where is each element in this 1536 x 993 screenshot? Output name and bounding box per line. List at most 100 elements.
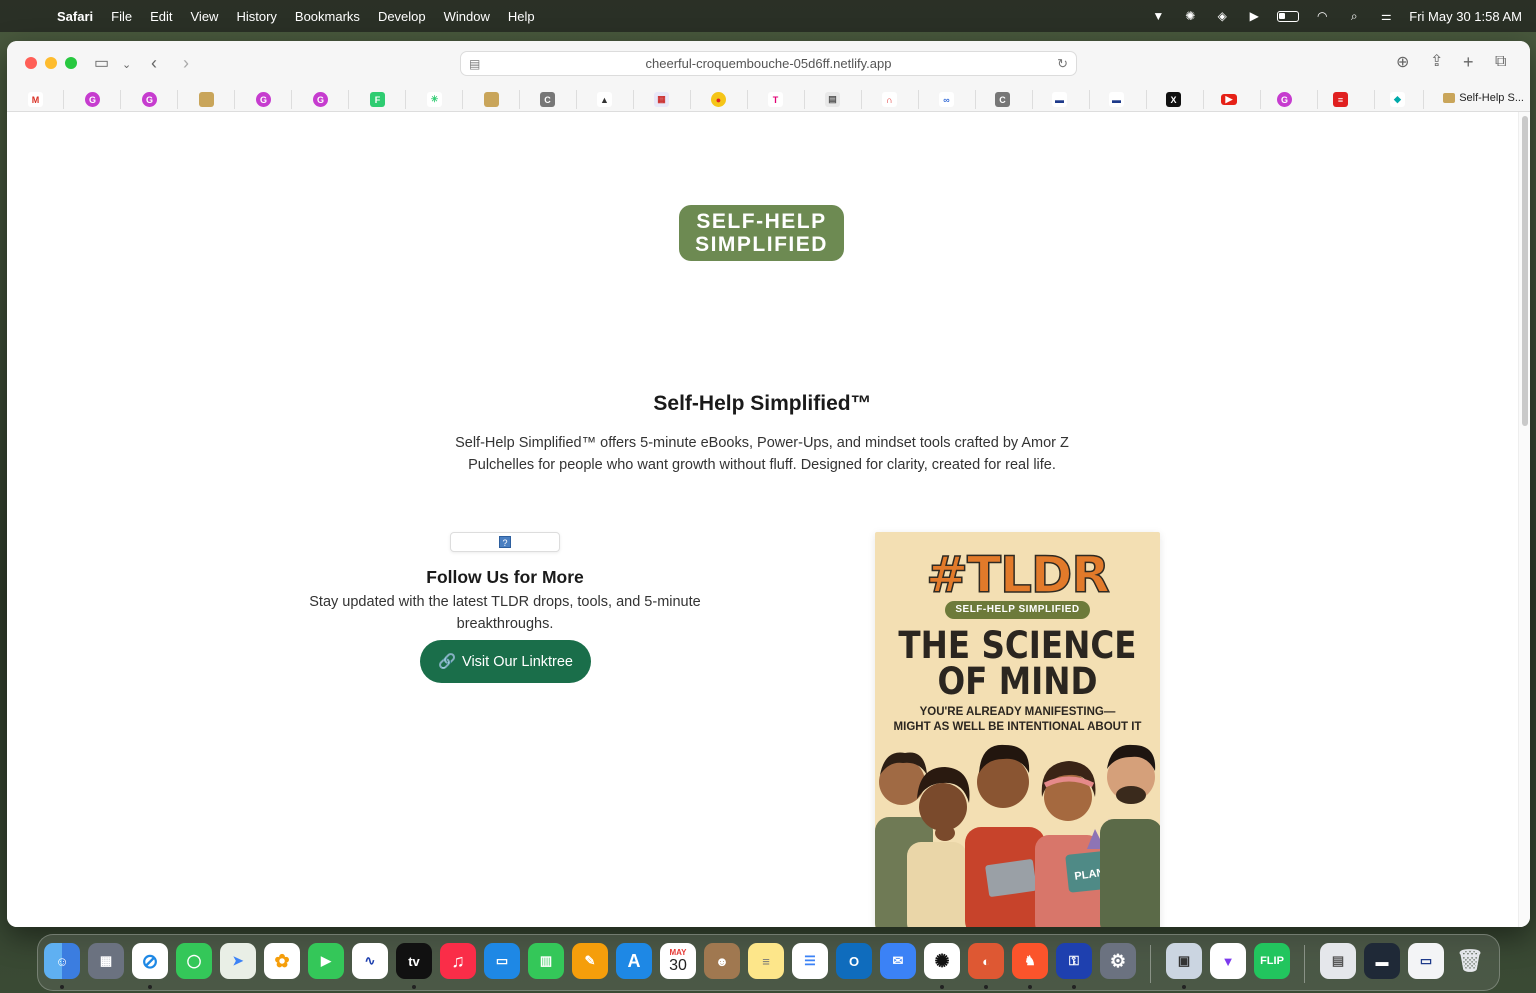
menu-view[interactable]: View [182, 9, 228, 24]
favorite-book-icon[interactable] [199, 92, 214, 107]
favorite-youtube-icon[interactable]: ▶ [1221, 94, 1237, 105]
menu-help[interactable]: Help [499, 9, 544, 24]
sidebar-toggle-icon[interactable]: ▭ [94, 56, 109, 72]
control-center-icon[interactable]: ⚌ [1377, 9, 1395, 23]
favorite-icon[interactable]: ▤ [825, 92, 840, 107]
favorite-asterisk-icon[interactable]: ✳ [427, 92, 442, 107]
safari-icon[interactable]: ⊘ [132, 943, 168, 979]
pages-icon[interactable]: ✎ [572, 943, 608, 979]
battery-icon[interactable] [1277, 10, 1300, 22]
music-icon[interactable]: ♫ [440, 943, 476, 979]
menubar-clock[interactable]: Fri May 30 1:58 AM [1409, 9, 1522, 24]
site-logo[interactable]: SELF-HELP SIMPLIFIED [679, 205, 844, 261]
tab-overview-icon[interactable]: ⧉ [1495, 54, 1506, 70]
favorite-g-icon[interactable]: G [256, 92, 271, 107]
layers-status-icon[interactable]: ◈ [1213, 9, 1231, 23]
chevron-down-icon[interactable]: ⌄ [122, 57, 131, 73]
finder-icon[interactable]: ☺ [44, 943, 80, 979]
menu-app-safari[interactable]: Safari [48, 9, 102, 24]
favorite-g-icon[interactable]: G [1277, 92, 1292, 107]
tab-self-help[interactable]: Self-Help S... [1443, 92, 1524, 104]
favorite-magnet-icon[interactable]: ∩ [882, 92, 897, 107]
forward-button[interactable]: › [183, 54, 189, 72]
document-icon[interactable]: ▤ [1320, 943, 1356, 979]
outlook-icon[interactable]: O [836, 943, 872, 979]
favorite-g-icon[interactable]: G [142, 92, 157, 107]
launchpad-icon[interactable]: ▦ [88, 943, 124, 979]
contacts-icon[interactable]: ☻ [704, 943, 740, 979]
gmail-favorite-icon[interactable]: M [28, 92, 43, 107]
system-settings-icon[interactable]: ⚙ [1100, 943, 1136, 979]
favorite-g-icon[interactable]: G [85, 92, 100, 107]
page-settings-icon[interactable]: ▤ [469, 57, 480, 71]
favorite-book-icon[interactable] [484, 92, 499, 107]
downloads-folder-icon[interactable]: ▭ [1408, 943, 1444, 979]
notes-icon[interactable]: ≡ [748, 943, 784, 979]
favorite-flag-icon[interactable]: F [370, 92, 385, 107]
vpn-app-icon[interactable]: ▼ [1210, 943, 1246, 979]
appletv-icon[interactable]: tv [396, 943, 432, 979]
favorite-mountain-icon[interactable]: ▲ [597, 92, 612, 107]
favorite-c-icon[interactable]: C [540, 92, 555, 107]
numbers-icon[interactable]: ▥ [528, 943, 564, 979]
duckduckgo-icon[interactable]: ◐ [968, 943, 1004, 979]
address-bar[interactable]: ▤ cheerful-croquembouche-05d6ff.netlify.… [460, 51, 1077, 76]
freeform-icon[interactable]: ∿ [352, 943, 388, 979]
menu-develop[interactable]: Develop [369, 9, 435, 24]
screenshot-folder-icon[interactable]: ▬ [1364, 943, 1400, 979]
favorite-infinity-icon[interactable]: ∞ [939, 92, 954, 107]
menu-edit[interactable]: Edit [141, 9, 181, 24]
downloads-icon[interactable]: ⊕ [1396, 55, 1409, 71]
messages-icon[interactable]: ◯ [176, 943, 212, 979]
book-subtitle-line-2: MIGHT AS WELL BE INTENTIONAL ABOUT IT [893, 721, 1142, 733]
favorite-tmobile-icon[interactable]: T [768, 92, 783, 107]
favorite-shell-icon[interactable]: ● [711, 92, 726, 107]
chatgpt-icon[interactable]: ✺ [924, 943, 960, 979]
share-icon[interactable]: ⇪ [1430, 54, 1443, 70]
scrollbar-thumb[interactable] [1522, 116, 1528, 426]
vpn-status-icon[interactable]: ▼ [1149, 9, 1167, 23]
favorite-diamond-icon[interactable]: ◆ [1390, 92, 1405, 107]
page-scrollbar[interactable] [1518, 112, 1530, 927]
wifi-icon[interactable]: ◠ [1313, 9, 1331, 23]
maps-icon[interactable]: ➤ [220, 943, 256, 979]
zoom-window-button[interactable] [65, 57, 77, 69]
play-status-icon[interactable]: ▶ [1245, 9, 1263, 23]
favorite-flag-us-icon[interactable]: ▬ [1052, 92, 1067, 107]
calendar-icon[interactable]: MAY 30 [660, 943, 696, 979]
favorite-g-icon[interactable]: G [313, 92, 328, 107]
book-cover-image: #TLDR SELF-HELP SIMPLIFIED THE SCIENCE O… [875, 532, 1160, 927]
safari-window: ▭ ⌄ ‹ › ▤ cheerful-croquembouche-05d6ff.… [7, 41, 1530, 927]
visit-linktree-button[interactable]: 🔗 Visit Our Linktree [420, 640, 591, 683]
mail-icon[interactable]: ✉ [880, 943, 916, 979]
window-controls [25, 57, 77, 69]
menu-history[interactable]: History [227, 9, 285, 24]
brave-icon[interactable]: ♞ [1012, 943, 1048, 979]
trash-icon[interactable]: 🗑 [1452, 943, 1488, 979]
menu-file[interactable]: File [102, 9, 141, 24]
spotlight-search-icon[interactable]: ⌕ [1345, 9, 1363, 23]
menu-window[interactable]: Window [435, 9, 499, 24]
new-tab-icon[interactable]: + [1463, 53, 1474, 71]
facetime-icon[interactable]: ▶ [308, 943, 344, 979]
flip-app-icon[interactable]: FLIP [1254, 943, 1290, 979]
reload-icon[interactable]: ↻ [1057, 56, 1068, 72]
back-button[interactable]: ‹ [151, 54, 157, 72]
keynote-icon[interactable]: ▭ [484, 943, 520, 979]
app-store-icon[interactable]: A [616, 943, 652, 979]
openai-status-icon[interactable]: ✺ [1181, 9, 1199, 23]
minimize-window-button[interactable] [45, 57, 57, 69]
preview-icon[interactable]: ▣ [1166, 943, 1202, 979]
book-favicon-icon [1443, 93, 1456, 103]
favorite-flag-us-icon[interactable]: ▬ [1109, 92, 1124, 107]
favorite-x-icon[interactable]: X [1166, 92, 1181, 107]
onepassword-icon[interactable]: ⚿ [1056, 943, 1092, 979]
favorite-news-icon[interactable]: ▦ [654, 92, 669, 107]
close-window-button[interactable] [25, 57, 37, 69]
favorite-c-icon[interactable]: C [995, 92, 1010, 107]
photos-icon[interactable]: ✿ [264, 943, 300, 979]
favorite-stripes-icon[interactable]: ≡ [1333, 92, 1348, 107]
reminders-icon[interactable]: ☰ [792, 943, 828, 979]
menu-bookmarks[interactable]: Bookmarks [286, 9, 369, 24]
flip-label: FLIP [1260, 955, 1284, 967]
